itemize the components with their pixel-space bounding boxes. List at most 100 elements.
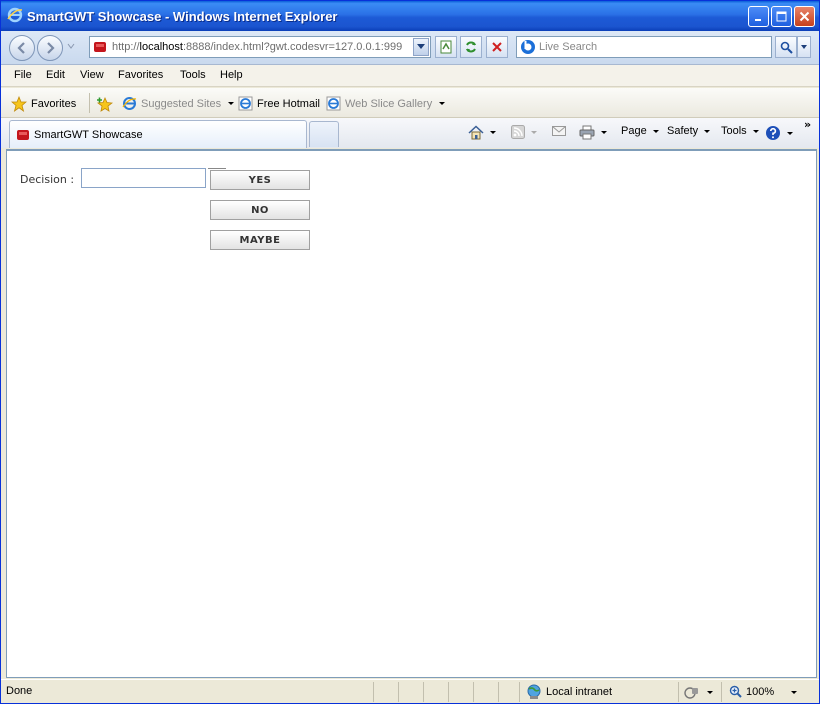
- printer-icon: [579, 125, 595, 140]
- magnifier-icon: [780, 41, 793, 54]
- help-menu-button[interactable]: [765, 125, 793, 141]
- protected-mode-icon: [684, 687, 698, 699]
- menu-favorites[interactable]: Favorites: [118, 69, 163, 81]
- favorites-bar: Favorites Suggested Sites Free Hotmail W…: [1, 88, 819, 118]
- maximize-icon: [776, 11, 787, 22]
- favorites-button[interactable]: Favorites: [11, 96, 76, 112]
- compatibility-view-button[interactable]: [435, 36, 457, 58]
- home-button[interactable]: [468, 125, 496, 140]
- menu-view[interactable]: View: [80, 69, 104, 81]
- status-divider: [473, 682, 497, 702]
- protected-mode: [684, 685, 713, 699]
- suggested-sites-link[interactable]: Suggested Sites: [122, 96, 235, 111]
- back-arrow-icon: [17, 42, 25, 54]
- minimize-button[interactable]: [748, 6, 769, 27]
- toolbar-overflow-chevron-icon[interactable]: »: [804, 118, 811, 131]
- safety-menu-label: Safety: [667, 125, 699, 137]
- recent-pages-dropdown-icon[interactable]: [67, 42, 75, 50]
- ie-page-icon: [122, 97, 137, 110]
- refresh-button[interactable]: [460, 36, 482, 58]
- suggested-sites-label: Suggested Sites: [141, 97, 222, 110]
- site-favicon-icon: [17, 130, 29, 140]
- intranet-globe-icon: [527, 684, 541, 699]
- decision-input[interactable]: [81, 168, 206, 188]
- security-zone: Local intranet: [526, 684, 612, 700]
- live-search-icon: [521, 40, 535, 54]
- chevron-down-icon: [801, 45, 807, 49]
- stop-button[interactable]: [486, 36, 508, 58]
- rss-feed-icon: [511, 125, 525, 139]
- menu-tools[interactable]: Tools: [180, 69, 206, 81]
- site-favicon-icon: [94, 42, 106, 52]
- zoom-level: 100%: [729, 685, 774, 698]
- search-options-button[interactable]: [797, 36, 811, 58]
- maybe-button[interactable]: MAYBE: [210, 230, 310, 250]
- forward-arrow-icon: [47, 42, 55, 54]
- page-content: Decision : YES NO MAYBE: [6, 149, 817, 678]
- add-favorite-icon: [96, 97, 113, 112]
- home-icon: [468, 125, 484, 140]
- free-hotmail-link[interactable]: Free Hotmail: [238, 96, 320, 111]
- title-bar: SmartGWT Showcase - Windows Internet Exp…: [1, 1, 819, 31]
- feeds-button[interactable]: [511, 125, 537, 139]
- status-divider: [448, 682, 472, 702]
- decision-label: Decision :: [20, 173, 75, 186]
- favorites-label: Favorites: [31, 98, 77, 110]
- no-button[interactable]: NO: [210, 200, 310, 220]
- menu-help[interactable]: Help: [220, 69, 243, 81]
- address-bar[interactable]: http://localhost:8888/index.html?gwt.cod…: [89, 36, 431, 58]
- ie-logo-icon: [7, 7, 23, 23]
- add-to-favorites-button[interactable]: [96, 96, 113, 112]
- address-toolbar: http://localhost:8888/index.html?gwt.cod…: [1, 31, 819, 65]
- close-button[interactable]: [794, 6, 815, 27]
- safety-menu-button[interactable]: Safety: [667, 125, 711, 137]
- status-divider: [498, 682, 518, 702]
- window-title: SmartGWT Showcase - Windows Internet Exp…: [27, 9, 338, 24]
- chevron-down-icon: [704, 129, 711, 133]
- back-button[interactable]: [9, 35, 35, 61]
- security-zone-label: Local intranet: [546, 686, 613, 698]
- yes-button[interactable]: YES: [210, 170, 310, 190]
- compatibility-icon: [440, 40, 452, 54]
- page-menu-button[interactable]: Page: [621, 125, 659, 137]
- chevron-down-icon: [652, 129, 659, 133]
- chevron-down-icon: [787, 131, 793, 135]
- browser-window: SmartGWT Showcase - Windows Internet Exp…: [0, 0, 820, 704]
- refresh-icon: [466, 41, 476, 53]
- chevron-down-icon: [531, 130, 537, 134]
- address-dropdown-button[interactable]: [413, 38, 429, 56]
- search-go-button[interactable]: [775, 36, 797, 58]
- search-box[interactable]: Live Search: [516, 36, 772, 58]
- search-placeholder: Live Search: [539, 41, 598, 53]
- status-divider: [398, 682, 422, 702]
- free-hotmail-label: Free Hotmail: [257, 97, 320, 110]
- url-path: :8888/index.html?gwt.codesvr=127.0.0.1:9…: [182, 41, 403, 53]
- security-zone-panel[interactable]: Local intranet: [519, 682, 677, 702]
- tools-menu-button[interactable]: Tools: [721, 125, 759, 137]
- maximize-button[interactable]: [771, 6, 792, 27]
- favbar-divider: [89, 93, 90, 113]
- picker-icon-edge: [208, 168, 226, 169]
- chevron-down-icon: [707, 690, 713, 694]
- help-icon: [766, 126, 780, 140]
- zoom-label: 100%: [746, 685, 775, 698]
- protected-mode-panel[interactable]: [678, 682, 720, 702]
- menu-edit[interactable]: Edit: [46, 69, 65, 81]
- web-slice-gallery-label: Web Slice Gallery: [345, 97, 433, 110]
- page-menu-label: Page: [621, 125, 647, 137]
- menu-file[interactable]: File: [14, 69, 32, 81]
- tools-menu-label: Tools: [721, 125, 747, 137]
- tab-bar: SmartGWT Showcase Page Safety Tools »: [1, 118, 819, 148]
- chevron-down-icon: [601, 131, 607, 134]
- new-tab-button[interactable]: [309, 121, 339, 147]
- chevron-down-icon[interactable]: [791, 691, 797, 694]
- url-host: localhost: [139, 41, 183, 53]
- zoom-panel[interactable]: 100%: [721, 682, 817, 702]
- tab-smartgwt-showcase[interactable]: SmartGWT Showcase: [9, 120, 307, 148]
- url-protocol: http://: [112, 41, 140, 53]
- ie-page-icon: [326, 96, 341, 111]
- read-mail-button[interactable]: [552, 125, 566, 137]
- web-slice-gallery-link[interactable]: Web Slice Gallery: [326, 96, 446, 111]
- print-button[interactable]: [579, 125, 607, 140]
- forward-button[interactable]: [37, 35, 63, 61]
